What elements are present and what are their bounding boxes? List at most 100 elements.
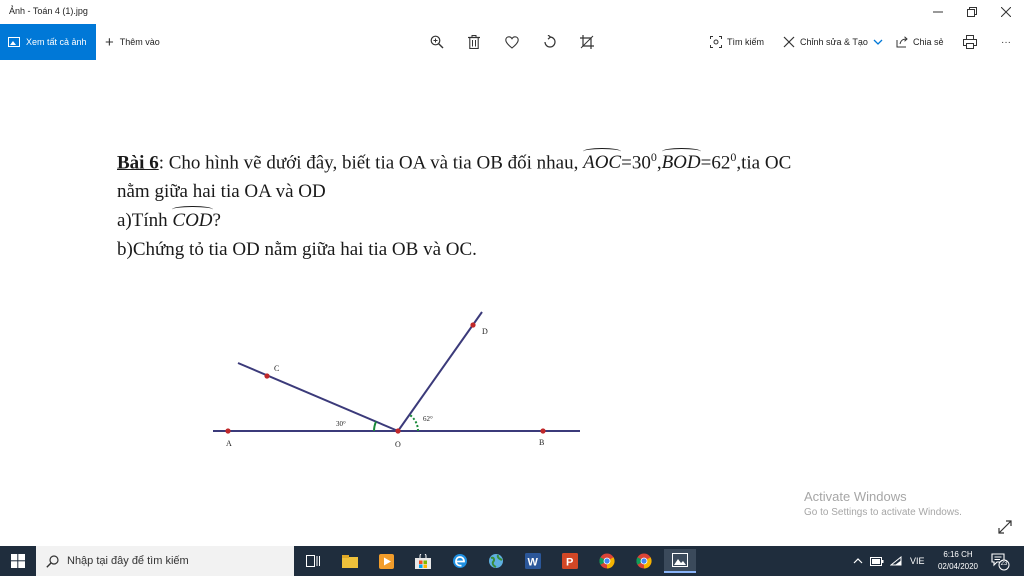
svg-text:W: W [528,557,539,569]
photos-app[interactable] [664,549,696,573]
taskbar-search-input[interactable]: Nhập tại đây để tìm kiếm [36,546,294,576]
action-center-button[interactable]: 23 [990,551,1010,571]
wifi-icon [890,556,902,566]
search-button[interactable]: Tìm kiếm [710,24,764,60]
problem-label: Bài 6 [117,152,159,174]
label-a: A [226,439,232,448]
task-view-button[interactable] [297,549,329,573]
edit-create-button[interactable]: Chỉnh sửa & Tạo [783,24,888,60]
expand-icon [998,520,1012,534]
chevron-up-icon [853,558,863,564]
start-button[interactable] [0,546,36,576]
point-a [225,428,231,434]
rotate-icon [544,35,556,48]
zoom-button[interactable] [428,33,446,51]
point-o [395,428,401,434]
add-to-button[interactable]: + Thêm vào [105,24,160,60]
question-b: b)Chứng tỏ tia OD nằm giữa hai tia OB và… [117,239,477,261]
close-icon [1001,7,1011,17]
ray-oc [237,362,399,432]
store-app[interactable] [407,549,439,573]
window-title: Ảnh - Toán 4 (1).jpg [9,6,88,16]
chrome-icon [636,553,652,569]
question-a-prefix: a)Tính [117,210,173,232]
print-button[interactable] [961,33,979,51]
angle-arc-30 [373,421,377,432]
battery-icon [870,556,884,566]
browser-app[interactable] [480,549,512,573]
minimize-button[interactable] [921,0,955,24]
problem-line-2: nằm giữa hai tia OA và OD [117,181,326,203]
media-player-app[interactable] [370,549,402,573]
windows-logo-icon [11,554,25,568]
restore-button[interactable] [955,0,989,24]
plus-icon: + [105,33,114,51]
point-c [264,373,270,379]
zoom-icon [430,35,444,49]
more-button[interactable]: ··· [997,33,1015,51]
visual-search-icon [710,36,722,48]
show-hidden-icons-button[interactable] [853,546,863,576]
print-icon [963,35,977,49]
restore-icon [967,7,977,17]
task-view-icon [306,555,320,567]
clock-time: 6:16 CH [943,550,973,559]
heart-icon [505,35,519,49]
share-button[interactable]: Chia sẻ [896,24,944,60]
store-icon [415,553,431,569]
label-b: B [539,438,544,447]
fullscreen-button[interactable] [998,520,1012,539]
problem-text-b: ,tia OC [736,152,792,174]
word-icon: W [525,553,541,569]
activate-subtitle: Go to Settings to activate Windows. [804,507,962,518]
language-indicator[interactable]: VIE [910,546,925,576]
bod-value: =62 [700,152,731,174]
view-all-photos-button[interactable]: Xem tất cả ảnh [0,24,96,60]
taskbar: Nhập tại đây để tìm kiếm W P VIE 6:16 CH… [0,546,1024,576]
angle-cod: COD [172,206,213,235]
angle-arc-62 [408,413,419,432]
clock[interactable]: 6:16 CH 02/04/2020 [930,549,986,573]
edit-create-label: Chỉnh sửa & Tạo [800,37,868,47]
edit-icon [783,36,795,48]
edge-app[interactable] [444,549,476,573]
label-c: C [274,364,279,373]
powerpoint-app[interactable]: P [554,549,586,573]
search-icon [46,554,59,568]
globe-icon [489,554,503,568]
label-o: O [395,440,401,449]
angle-aoc: AOC [583,148,622,177]
chrome-app-2[interactable] [628,549,660,573]
add-to-label: Thêm vào [119,37,160,47]
minimize-icon [933,11,943,13]
problem-line-1: Bài 6: Cho hình vẽ dưới đây, biết tia OA… [117,143,917,177]
word-app[interactable]: W [517,549,549,573]
trash-icon [468,35,480,49]
powerpoint-icon: P [562,553,578,569]
edge-icon [453,554,467,568]
angle-bod: BOD [661,148,701,177]
folder-icon [342,554,358,568]
delete-button[interactable] [465,33,483,51]
rotate-button[interactable] [541,33,559,51]
view-all-label: Xem tất cả ảnh [26,37,87,47]
chrome-icon [599,553,615,569]
question-a-suffix: ? [212,210,221,232]
point-b [540,428,546,434]
wifi-button[interactable] [890,546,902,576]
problem-text: Bài 6: Cho hình vẽ dưới đây, biết tia OA… [117,143,917,264]
photo-icon [8,37,20,47]
battery-button[interactable] [870,546,884,576]
crop-icon [580,35,594,49]
crop-button[interactable] [578,33,596,51]
more-icon: ··· [1001,36,1011,48]
media-player-icon [378,553,394,569]
favorite-button[interactable] [503,33,521,51]
label-angle-62: 62° [423,415,433,423]
activate-title: Activate Windows [804,489,907,504]
file-explorer-app[interactable] [334,549,366,573]
svg-text:P: P [566,557,573,569]
chrome-app-1[interactable] [591,549,623,573]
close-button[interactable] [989,0,1023,24]
search-label: Tìm kiếm [727,37,764,47]
